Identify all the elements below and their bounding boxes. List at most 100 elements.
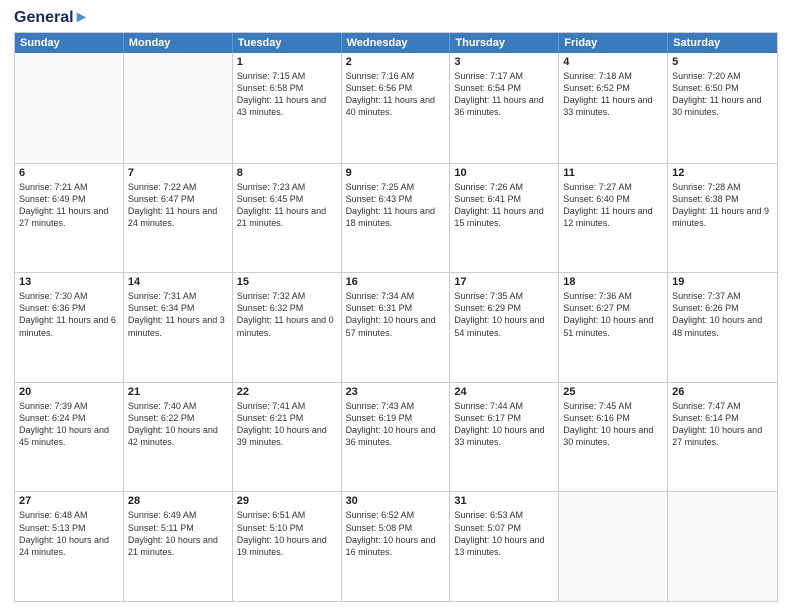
weekday-header-monday: Monday bbox=[124, 33, 233, 53]
day-number: 19 bbox=[672, 276, 773, 288]
day-info: Sunrise: 7:39 AM Sunset: 6:24 PM Dayligh… bbox=[19, 400, 119, 449]
logo-text-block: General► bbox=[14, 10, 89, 26]
day-info: Sunrise: 7:35 AM Sunset: 6:29 PM Dayligh… bbox=[454, 290, 554, 339]
day-number: 8 bbox=[237, 167, 337, 179]
calendar-cell: 29 Sunrise: 6:51 AM Sunset: 5:10 PM Dayli… bbox=[233, 492, 342, 601]
day-info: Sunrise: 6:51 AM Sunset: 5:10 PM Dayligh… bbox=[237, 509, 337, 558]
logo: General► bbox=[14, 10, 89, 26]
calendar-cell: 11Sunrise: 7:27 AM Sunset: 6:40 PM Dayli… bbox=[559, 164, 668, 273]
logo-blue-accent: ► bbox=[74, 9, 90, 26]
day-number: 27 bbox=[19, 495, 119, 507]
day-info: Sunrise: 7:21 AM Sunset: 6:49 PM Dayligh… bbox=[19, 181, 119, 230]
day-number: 9 bbox=[346, 167, 446, 179]
day-info: Sunrise: 7:41 AM Sunset: 6:21 PM Dayligh… bbox=[237, 400, 337, 449]
day-number: 10 bbox=[454, 167, 554, 179]
day-number: 17 bbox=[454, 276, 554, 288]
day-number: 1 bbox=[237, 56, 337, 68]
day-info: Sunrise: 7:31 AM Sunset: 6:34 PM Dayligh… bbox=[128, 290, 228, 339]
calendar-cell: 30 Sunrise: 6:52 AM Sunset: 5:08 PM Dayli… bbox=[342, 492, 451, 601]
weekday-header-friday: Friday bbox=[559, 33, 668, 53]
calendar-cell: 26 Sunrise: 7:47 AM Sunset: 6:14 PM Dayli… bbox=[668, 383, 777, 492]
header: General► bbox=[14, 10, 778, 26]
day-info: Sunrise: 6:52 AM Sunset: 5:08 PM Dayligh… bbox=[346, 509, 446, 558]
day-number: 5 bbox=[672, 56, 773, 68]
day-number: 23 bbox=[346, 386, 446, 398]
day-info: Sunrise: 7:15 AM Sunset: 6:58 PM Dayligh… bbox=[237, 70, 337, 119]
day-info: Sunrise: 7:45 AM Sunset: 6:16 PM Dayligh… bbox=[563, 400, 663, 449]
day-number: 12 bbox=[672, 167, 773, 179]
day-info: Sunrise: 7:40 AM Sunset: 6:22 PM Dayligh… bbox=[128, 400, 228, 449]
calendar-cell bbox=[124, 53, 233, 163]
weekday-header-thursday: Thursday bbox=[450, 33, 559, 53]
day-info: Sunrise: 7:30 AM Sunset: 6:36 PM Dayligh… bbox=[19, 290, 119, 339]
calendar-cell: 9Sunrise: 7:25 AM Sunset: 6:43 PM Daylig… bbox=[342, 164, 451, 273]
calendar: SundayMondayTuesdayWednesdayThursdayFrid… bbox=[14, 32, 778, 602]
day-info: Sunrise: 7:17 AM Sunset: 6:54 PM Dayligh… bbox=[454, 70, 554, 119]
calendar-cell: 15Sunrise: 7:32 AM Sunset: 6:32 PM Dayli… bbox=[233, 273, 342, 382]
day-info: Sunrise: 6:53 AM Sunset: 5:07 PM Dayligh… bbox=[454, 509, 554, 558]
logo-line1: General► bbox=[14, 10, 89, 26]
day-number: 6 bbox=[19, 167, 119, 179]
day-info: Sunrise: 7:28 AM Sunset: 6:38 PM Dayligh… bbox=[672, 181, 773, 230]
day-number: 3 bbox=[454, 56, 554, 68]
calendar-cell: 10Sunrise: 7:26 AM Sunset: 6:41 PM Dayli… bbox=[450, 164, 559, 273]
weekday-header-saturday: Saturday bbox=[668, 33, 777, 53]
day-number: 7 bbox=[128, 167, 228, 179]
calendar-cell: 20 Sunrise: 7:39 AM Sunset: 6:24 PM Dayli… bbox=[15, 383, 124, 492]
day-number: 18 bbox=[563, 276, 663, 288]
day-info: Sunrise: 7:47 AM Sunset: 6:14 PM Dayligh… bbox=[672, 400, 773, 449]
day-number: 28 bbox=[128, 495, 228, 507]
calendar-cell: 22 Sunrise: 7:41 AM Sunset: 6:21 PM Dayli… bbox=[233, 383, 342, 492]
calendar-cell: 24Sunrise: 7:44 AM Sunset: 6:17 PM Dayli… bbox=[450, 383, 559, 492]
calendar-cell: 23Sunrise: 7:43 AM Sunset: 6:19 PM Dayli… bbox=[342, 383, 451, 492]
calendar-cell: 21 Sunrise: 7:40 AM Sunset: 6:22 PM Dayli… bbox=[124, 383, 233, 492]
day-number: 21 bbox=[128, 386, 228, 398]
day-info: Sunrise: 7:34 AM Sunset: 6:31 PM Dayligh… bbox=[346, 290, 446, 339]
day-info: Sunrise: 7:44 AM Sunset: 6:17 PM Dayligh… bbox=[454, 400, 554, 449]
calendar-week-1: 1 Sunrise: 7:15 AM Sunset: 6:58 PM Daylig… bbox=[15, 53, 777, 163]
calendar-cell: 17 Sunrise: 7:35 AM Sunset: 6:29 PM Dayli… bbox=[450, 273, 559, 382]
day-info: Sunrise: 7:37 AM Sunset: 6:26 PM Dayligh… bbox=[672, 290, 773, 339]
calendar-cell: 31Sunrise: 6:53 AM Sunset: 5:07 PM Dayli… bbox=[450, 492, 559, 601]
logo-general: General bbox=[14, 9, 74, 26]
calendar-week-2: 6 Sunrise: 7:21 AM Sunset: 6:49 PM Daylig… bbox=[15, 163, 777, 273]
day-number: 30 bbox=[346, 495, 446, 507]
day-number: 26 bbox=[672, 386, 773, 398]
day-info: Sunrise: 7:18 AM Sunset: 6:52 PM Dayligh… bbox=[563, 70, 663, 119]
page: General► SundayMondayTuesdayWednesdayThu… bbox=[0, 0, 792, 612]
calendar-cell bbox=[559, 492, 668, 601]
day-number: 16 bbox=[346, 276, 446, 288]
day-number: 13 bbox=[19, 276, 119, 288]
weekday-header-tuesday: Tuesday bbox=[233, 33, 342, 53]
calendar-cell: 3 Sunrise: 7:17 AM Sunset: 6:54 PM Daylig… bbox=[450, 53, 559, 163]
day-number: 4 bbox=[563, 56, 663, 68]
day-info: Sunrise: 7:23 AM Sunset: 6:45 PM Dayligh… bbox=[237, 181, 337, 230]
weekday-header-wednesday: Wednesday bbox=[342, 33, 451, 53]
calendar-cell: 5 Sunrise: 7:20 AM Sunset: 6:50 PM Daylig… bbox=[668, 53, 777, 163]
calendar-cell: 13 Sunrise: 7:30 AM Sunset: 6:36 PM Dayli… bbox=[15, 273, 124, 382]
day-number: 25 bbox=[563, 386, 663, 398]
day-number: 22 bbox=[237, 386, 337, 398]
day-info: Sunrise: 7:36 AM Sunset: 6:27 PM Dayligh… bbox=[563, 290, 663, 339]
calendar-week-4: 20 Sunrise: 7:39 AM Sunset: 6:24 PM Dayli… bbox=[15, 382, 777, 492]
calendar-cell: 25 Sunrise: 7:45 AM Sunset: 6:16 PM Dayli… bbox=[559, 383, 668, 492]
day-info: Sunrise: 7:20 AM Sunset: 6:50 PM Dayligh… bbox=[672, 70, 773, 119]
calendar-cell: 1 Sunrise: 7:15 AM Sunset: 6:58 PM Daylig… bbox=[233, 53, 342, 163]
calendar-cell: 6 Sunrise: 7:21 AM Sunset: 6:49 PM Daylig… bbox=[15, 164, 124, 273]
day-number: 20 bbox=[19, 386, 119, 398]
day-info: Sunrise: 6:49 AM Sunset: 5:11 PM Dayligh… bbox=[128, 509, 228, 558]
day-number: 14 bbox=[128, 276, 228, 288]
calendar-cell: 2 Sunrise: 7:16 AM Sunset: 6:56 PM Daylig… bbox=[342, 53, 451, 163]
calendar-cell: 8 Sunrise: 7:23 AM Sunset: 6:45 PM Daylig… bbox=[233, 164, 342, 273]
calendar-cell: 12 Sunrise: 7:28 AM Sunset: 6:38 PM Dayli… bbox=[668, 164, 777, 273]
day-number: 29 bbox=[237, 495, 337, 507]
calendar-body: 1 Sunrise: 7:15 AM Sunset: 6:58 PM Daylig… bbox=[15, 53, 777, 601]
day-number: 2 bbox=[346, 56, 446, 68]
day-info: Sunrise: 7:32 AM Sunset: 6:32 PM Dayligh… bbox=[237, 290, 337, 339]
day-info: Sunrise: 7:16 AM Sunset: 6:56 PM Dayligh… bbox=[346, 70, 446, 119]
calendar-cell: 28 Sunrise: 6:49 AM Sunset: 5:11 PM Dayli… bbox=[124, 492, 233, 601]
calendar-cell: 27Sunrise: 6:48 AM Sunset: 5:13 PM Dayli… bbox=[15, 492, 124, 601]
calendar-cell bbox=[668, 492, 777, 601]
weekday-header-sunday: Sunday bbox=[15, 33, 124, 53]
calendar-cell: 19 Sunrise: 7:37 AM Sunset: 6:26 PM Dayli… bbox=[668, 273, 777, 382]
